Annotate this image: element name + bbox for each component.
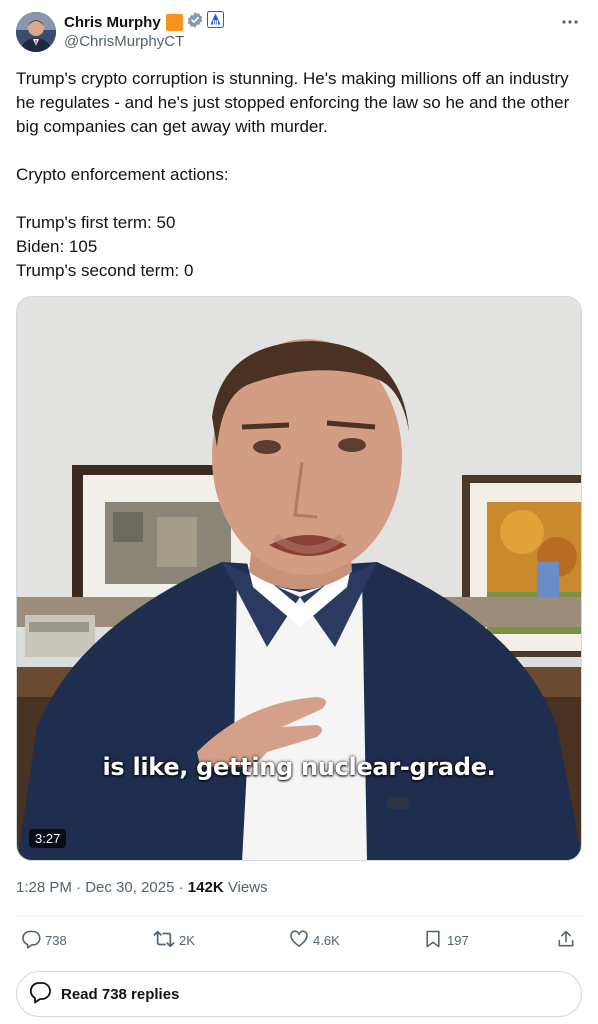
verified-badge-icon[interactable] — [186, 11, 204, 34]
bookmark-icon — [423, 929, 443, 952]
repost-icon — [153, 929, 175, 952]
tweet-line: Biden: 105 — [16, 237, 98, 256]
like-button[interactable]: 4.6K — [289, 926, 340, 954]
repost-count: 2K — [179, 932, 195, 948]
views-count[interactable]: 142K — [188, 879, 224, 896]
post-meta: 1:28 PM · Dec 30, 2025 · 142K Views — [16, 879, 268, 896]
avatar[interactable] — [16, 12, 56, 52]
tweet-paragraph: Crypto enforcement actions: — [16, 165, 229, 184]
divider — [16, 915, 582, 916]
video-duration: 3:27 — [29, 829, 67, 848]
action-bar: 738 2K 4.6K 197 — [16, 926, 582, 954]
tweet: Chris Murphy @ChrisMurphyCT Trump's cryp… — [0, 0, 598, 1024]
like-icon — [289, 929, 309, 952]
replies-icon — [27, 979, 53, 1010]
affiliate-badge-icon[interactable] — [206, 11, 224, 33]
more-icon[interactable] — [560, 12, 580, 32]
bookmark-button[interactable]: 197 — [423, 926, 469, 954]
label-badge-icon[interactable] — [165, 13, 183, 31]
read-replies-button[interactable]: Read 738 replies — [16, 971, 582, 1017]
video-player[interactable]: is like, getting nuclear-grade. 3:27 — [16, 296, 582, 861]
display-name[interactable]: Chris Murphy — [64, 14, 161, 31]
meta-separator: · — [71, 879, 86, 896]
tweet-line: Trump's second term: 0 — [16, 261, 194, 280]
reply-icon — [21, 929, 41, 952]
post-time[interactable]: 1:28 PM — [16, 879, 72, 896]
video-caption: is like, getting nuclear-grade. — [102, 753, 496, 781]
views-label[interactable]: Views — [224, 879, 268, 896]
like-count: 4.6K — [313, 932, 340, 948]
tweet-text: Trump's crypto corruption is stunning. H… — [16, 67, 582, 283]
meta-separator: · — [174, 879, 188, 896]
tweet-paragraph: Trump's crypto corruption is stunning. H… — [16, 69, 570, 136]
read-replies-label: Read 738 replies — [61, 985, 180, 1003]
reply-count: 738 — [45, 932, 67, 948]
author-name-row: Chris Murphy — [64, 11, 224, 34]
share-button[interactable] — [556, 926, 576, 954]
share-icon — [556, 929, 576, 952]
post-date[interactable]: Dec 30, 2025 — [85, 879, 174, 896]
author-handle[interactable]: @ChrisMurphyCT — [64, 33, 184, 50]
tweet-line: Trump's first term: 50 — [16, 213, 176, 232]
reply-button[interactable]: 738 — [21, 926, 67, 954]
repost-button[interactable]: 2K — [153, 926, 195, 954]
bookmark-count: 197 — [447, 932, 469, 948]
